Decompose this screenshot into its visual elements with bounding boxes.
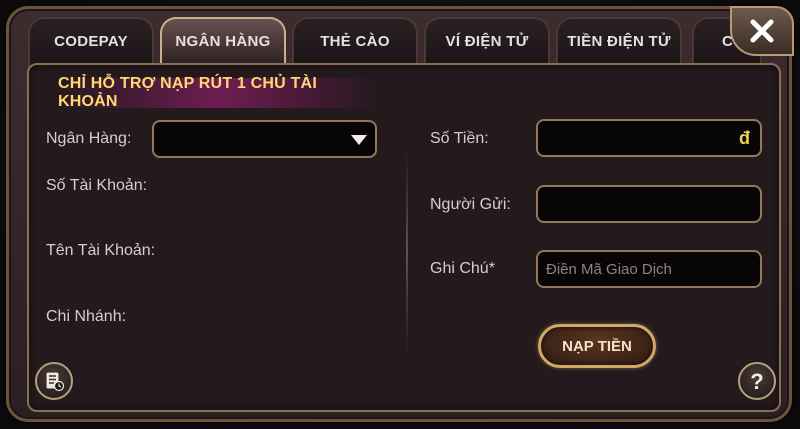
sender-input[interactable] [538,187,760,221]
close-button[interactable] [730,6,794,56]
amount-input[interactable] [538,121,760,155]
amount-field[interactable]: đ [536,119,762,157]
account-number-label: Số Tài Khoản: [46,177,148,194]
note-field[interactable] [536,250,762,288]
history-icon [45,371,65,392]
tab-label: CODEPAY [54,33,128,50]
notice-text: CHỈ HỖ TRỢ NẠP RÚT 1 CHỦ TÀI KHOẢN [58,75,317,110]
svg-text:?: ? [750,369,763,393]
close-icon [750,19,774,43]
help-icon: ? [750,369,763,393]
currency-symbol: đ [739,128,750,148]
notice-banner: CHỈ HỖ TRỢ NẠP RÚT 1 CHỦ TÀI KHOẢN [58,75,380,110]
bank-select[interactable] [152,120,377,158]
tab-scratch-card[interactable]: THẺ CÀO [292,17,418,67]
help-button[interactable]: ? [738,362,776,400]
tab-label: TIỀN ĐIỆN TỬ [567,33,671,50]
deposit-button[interactable]: NẠP TIỀN [538,324,656,368]
note-label: Ghi Chú* [430,260,495,277]
tab-e-wallet[interactable]: VÍ ĐIỆN TỬ [424,17,550,67]
chevron-down-icon [351,135,367,145]
amount-label: Số Tiền: [430,130,489,147]
content-panel [27,63,781,412]
history-button[interactable] [35,362,73,400]
account-name-label: Tên Tài Khoản: [46,242,156,259]
branch-label: Chi Nhánh: [46,308,127,325]
tab-bank[interactable]: NGÂN HÀNG [160,17,286,65]
tab-label: VÍ ĐIỆN TỬ [445,33,529,50]
column-divider [406,150,408,355]
bank-label: Ngân Hàng: [46,130,132,147]
tab-crypto[interactable]: TIỀN ĐIỆN TỬ [556,17,682,67]
tab-codepay[interactable]: CODEPAY [28,17,154,67]
note-input[interactable] [538,252,760,286]
sender-label: Người Gửi: [430,196,511,213]
tab-label: NGÂN HÀNG [175,33,271,50]
deposit-button-label: NẠP TIỀN [562,337,632,355]
tab-label: THẺ CÀO [320,33,390,50]
sender-field[interactable] [536,185,762,223]
